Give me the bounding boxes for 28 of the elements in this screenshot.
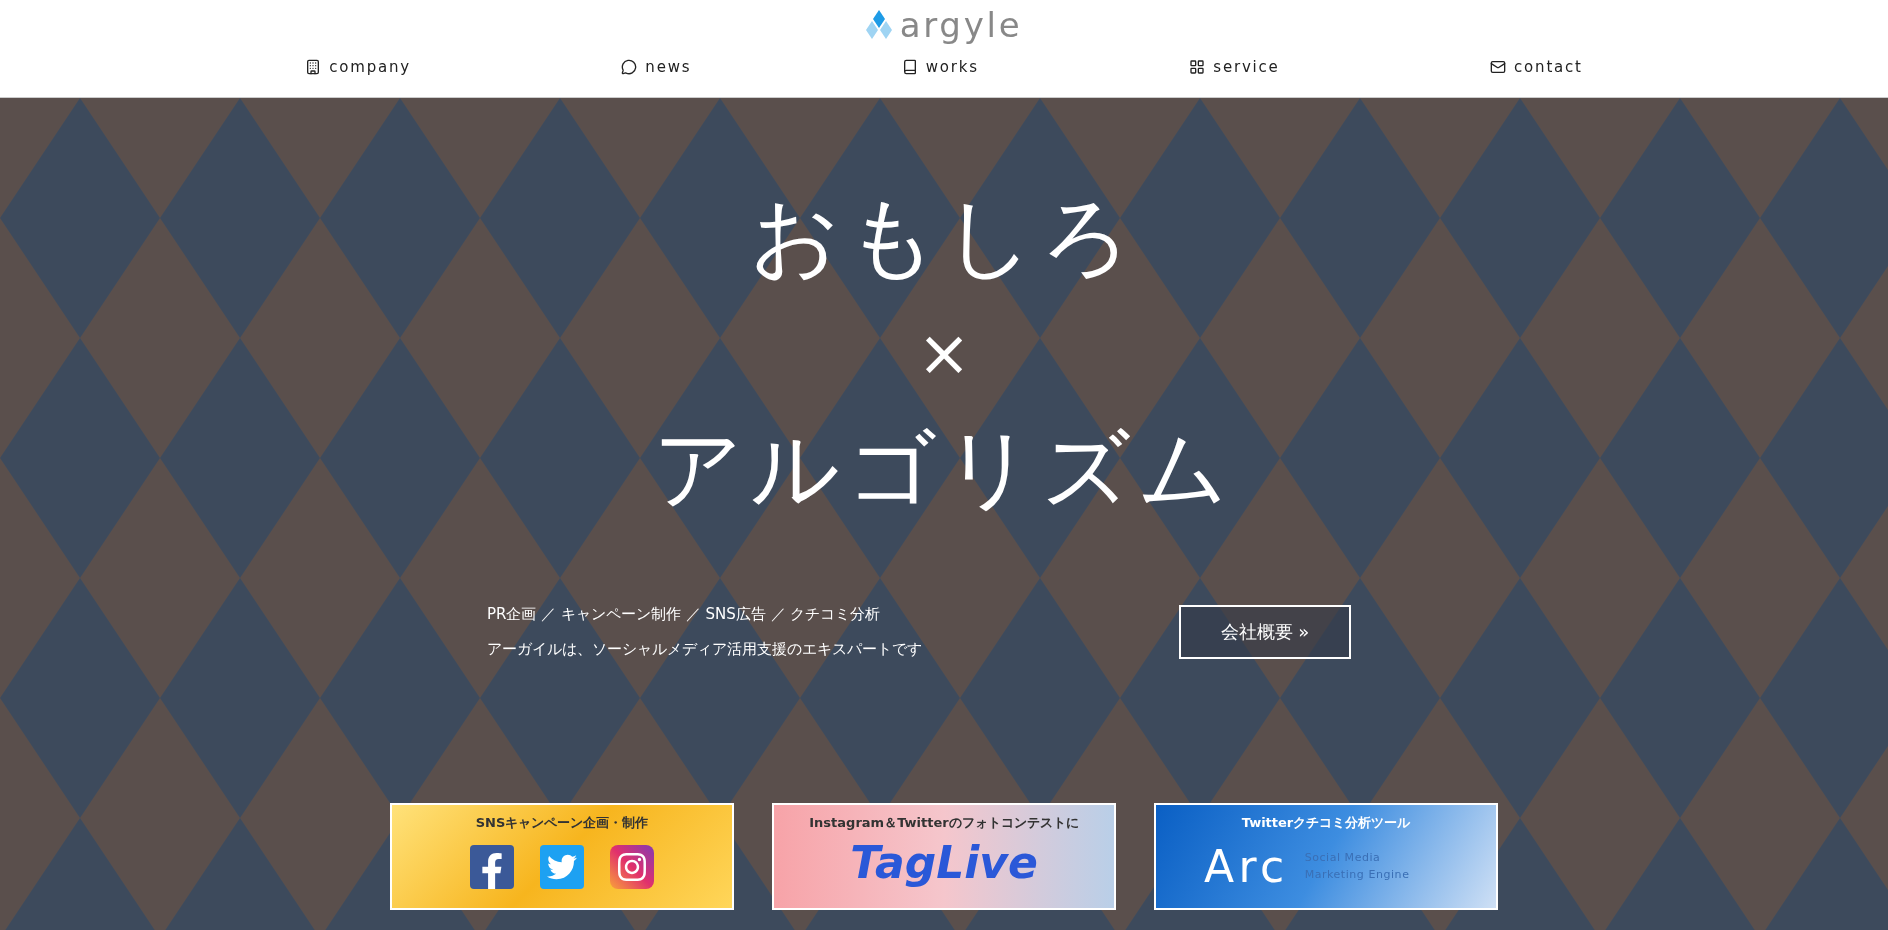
hero-headline: おもしろ: [749, 193, 1139, 281]
twitter-icon: [540, 844, 584, 889]
nav-link[interactable]: service: [1189, 56, 1280, 79]
banner-title: SNSキャンペーン企画・制作: [475, 814, 649, 832]
nav-link[interactable]: works: [901, 56, 979, 79]
diamond-logo-icon: [865, 10, 892, 40]
hero-headline: ×: [917, 321, 971, 385]
banner-link[interactable]: Instagram＆Twitterのフォトコンテストに TagLive: [772, 803, 1116, 910]
speech-bubble-icon: [621, 59, 638, 76]
book-icon: [901, 59, 918, 76]
hero-headline: アルゴリズム: [652, 425, 1236, 513]
banner-link[interactable]: SNSキャンペーン企画・制作: [390, 803, 734, 910]
building-icon: [305, 59, 322, 76]
nav-link[interactable]: company: [305, 56, 411, 79]
arc-logo: Arc: [1204, 844, 1289, 889]
instagram-icon: [610, 844, 654, 889]
facebook-icon: [470, 844, 514, 889]
nav-link[interactable]: contact: [1490, 56, 1583, 79]
hero-tagline: PR企画 ／ キャンペーン制作 ／ SNS広告 ／ クチコミ分析: [487, 604, 882, 625]
hero-tagline: アーガイルは、ソーシャルメディア活用支援のエキスパートです: [487, 638, 922, 660]
nav-link[interactable]: news: [621, 56, 692, 79]
banner-title: Twitterクチコミ分析ツール: [1241, 814, 1411, 832]
logo-text: argyle: [899, 8, 1023, 42]
company-overview-button[interactable]: 会社概要 »: [1179, 604, 1351, 659]
mail-icon: [1490, 59, 1507, 76]
banner-title: Instagram＆Twitterのフォトコンテストに: [809, 814, 1079, 832]
grid-icon: [1189, 59, 1206, 76]
taglive-logo: TagLive: [850, 840, 1038, 885]
